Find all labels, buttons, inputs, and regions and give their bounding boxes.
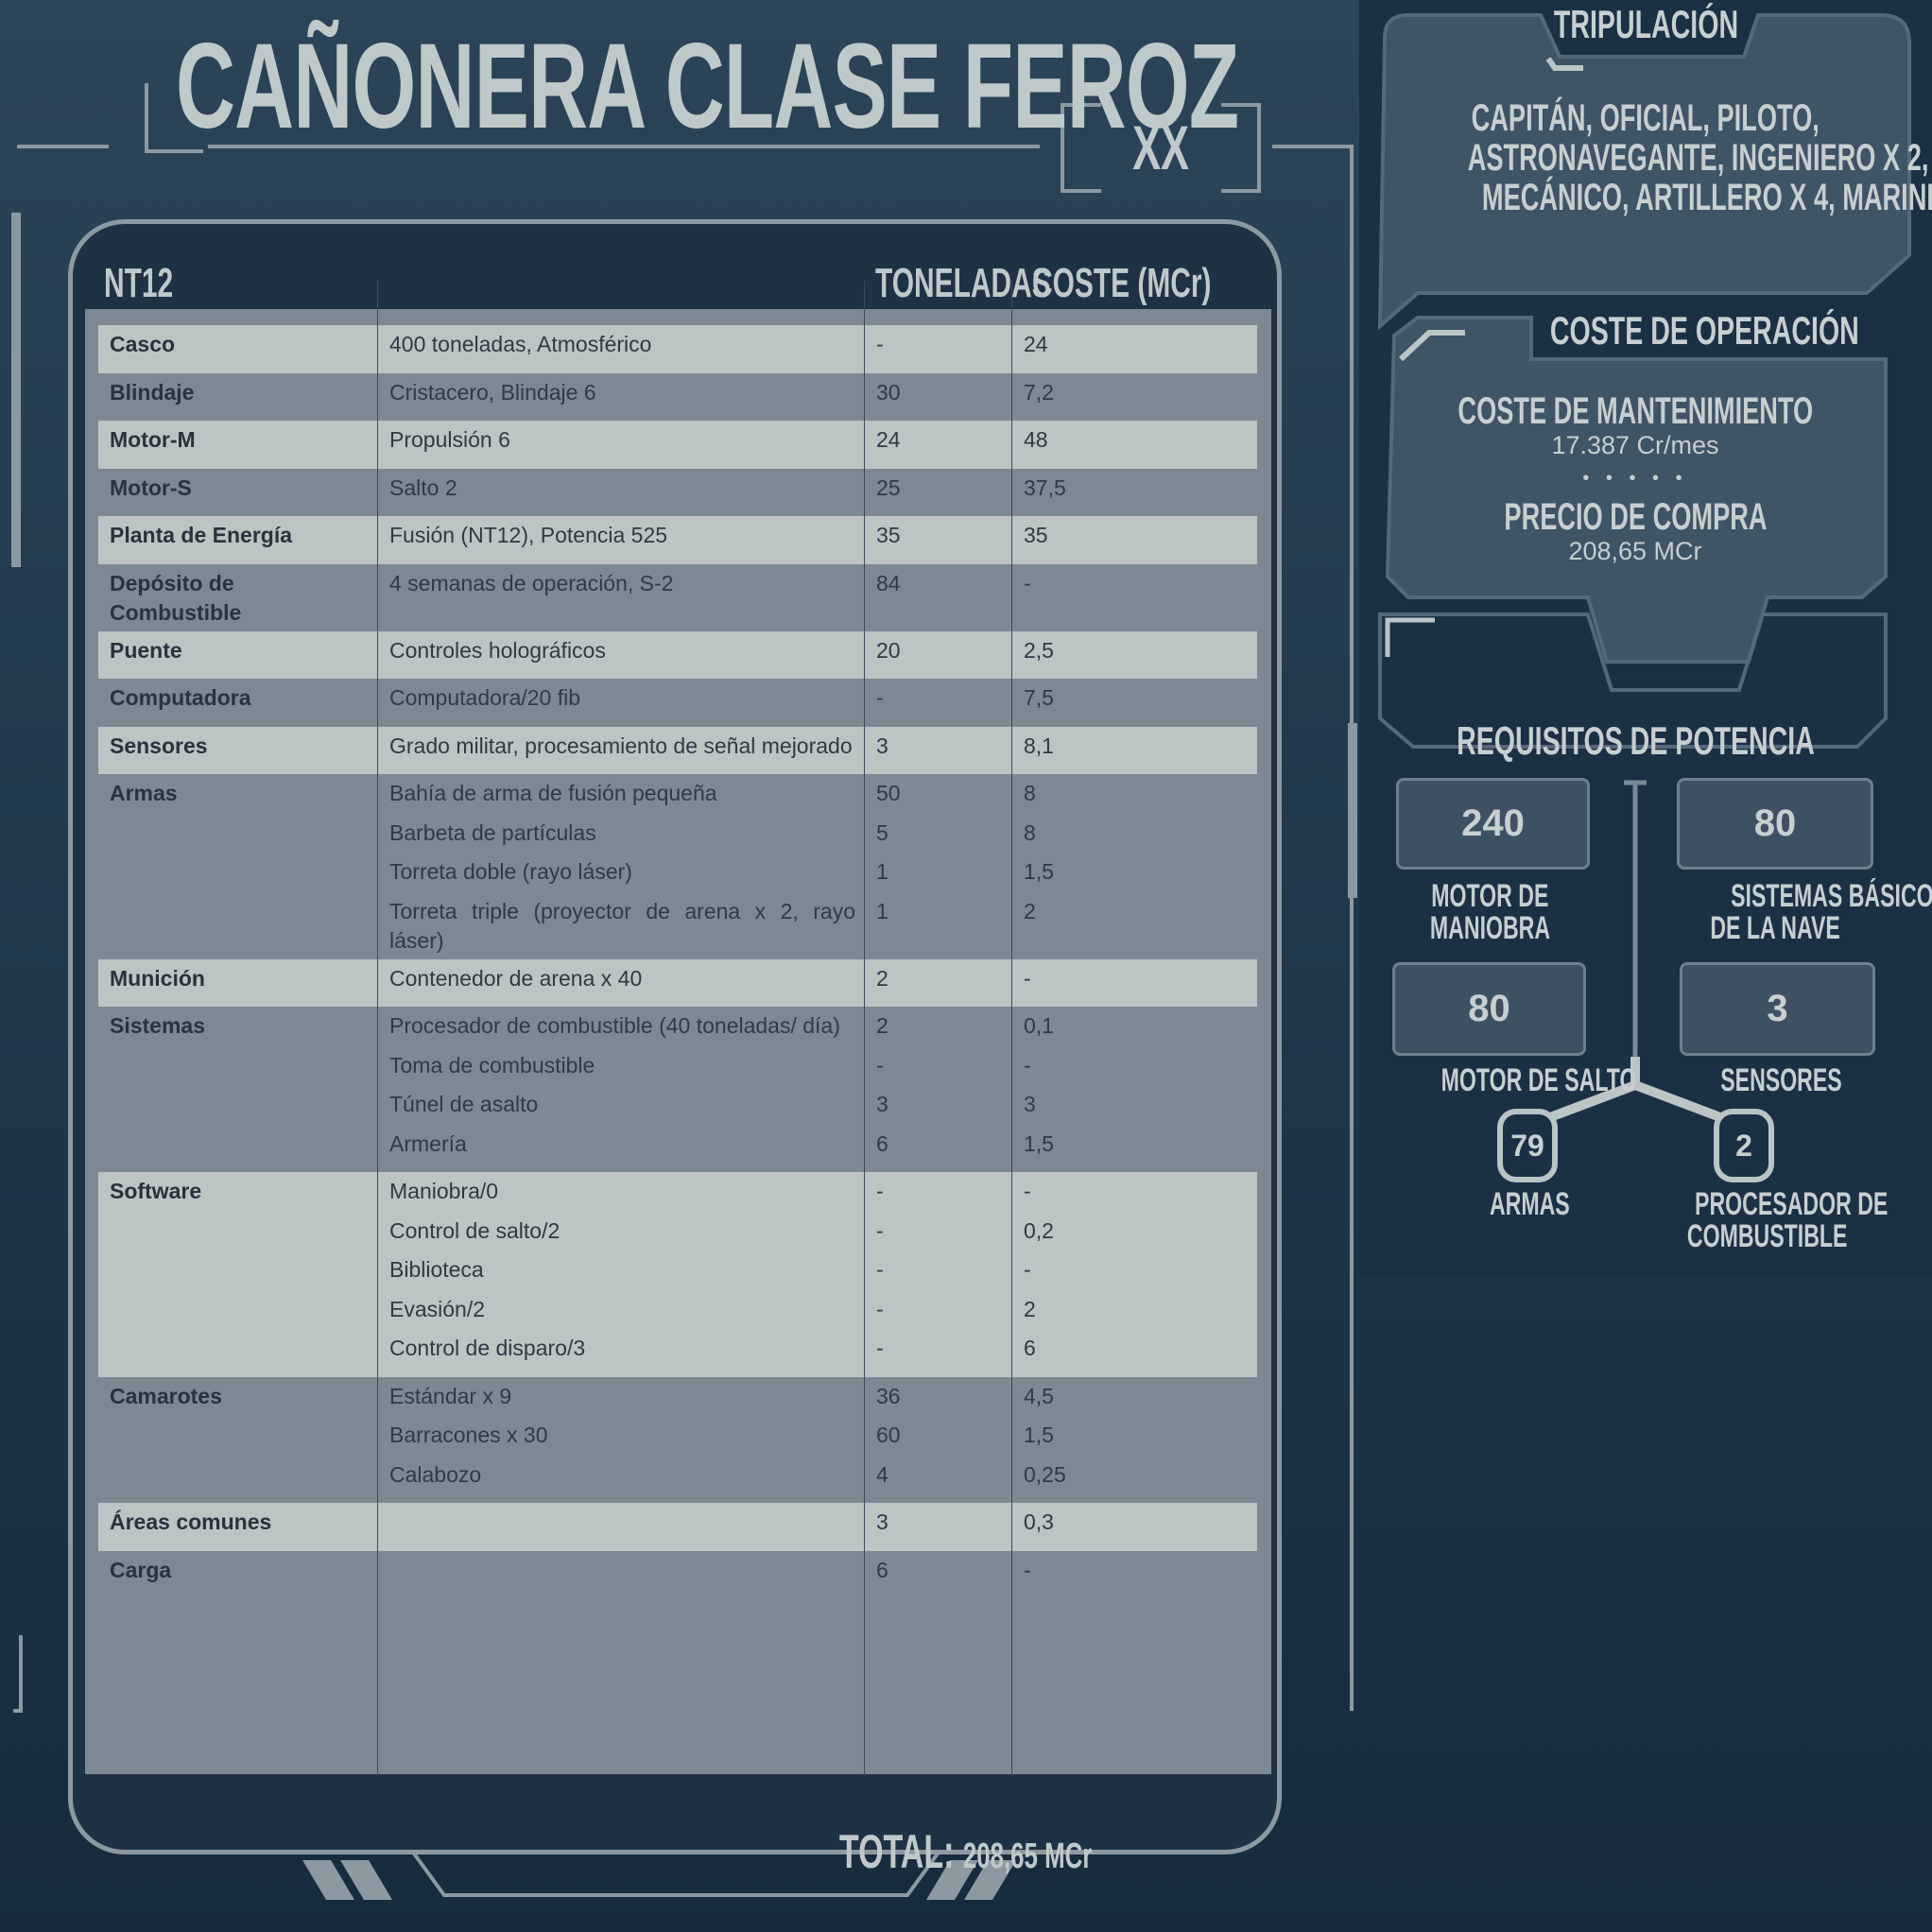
jump-label: MOTOR DE SALTO bbox=[1440, 1062, 1637, 1098]
crew-list: CAPITÁN, OFICIAL, PILOTO, ASTRONAVEGANTE… bbox=[1467, 97, 1932, 218]
maneuver-power-box: 240 bbox=[1396, 778, 1590, 870]
power-title: REQUISITOS DE POTENCIA bbox=[1456, 718, 1815, 763]
crew-title: TRIPULACIÓN bbox=[1553, 2, 1738, 46]
fuel-processor-label: PROCESADOR DE COMBUSTIBLE bbox=[1686, 1186, 1889, 1254]
maneuver-label: MOTOR DE MANIOBRA bbox=[1429, 878, 1550, 946]
sensors-label: SENSORES bbox=[1719, 1062, 1842, 1098]
fuel-processor-power-badge: 2 bbox=[1714, 1109, 1774, 1182]
sensors-power-box: 3 bbox=[1680, 962, 1875, 1056]
basic-systems-power-box: 80 bbox=[1677, 778, 1873, 870]
basic-systems-label: SISTEMAS BÁSICOS DE LA NAVE bbox=[1710, 878, 1932, 946]
weapons-label: ARMAS bbox=[1489, 1186, 1570, 1222]
operation-title: COSTE DE OPERACIÓN bbox=[1549, 308, 1859, 353]
right-decorations bbox=[1377, 13, 1911, 1122]
operation-costs: COSTE DE MANTENIMIENTO 17.387 Cr/mes • •… bbox=[1458, 390, 1813, 565]
weapons-power-badge: 79 bbox=[1497, 1109, 1558, 1182]
jump-power-box: 80 bbox=[1392, 962, 1586, 1056]
